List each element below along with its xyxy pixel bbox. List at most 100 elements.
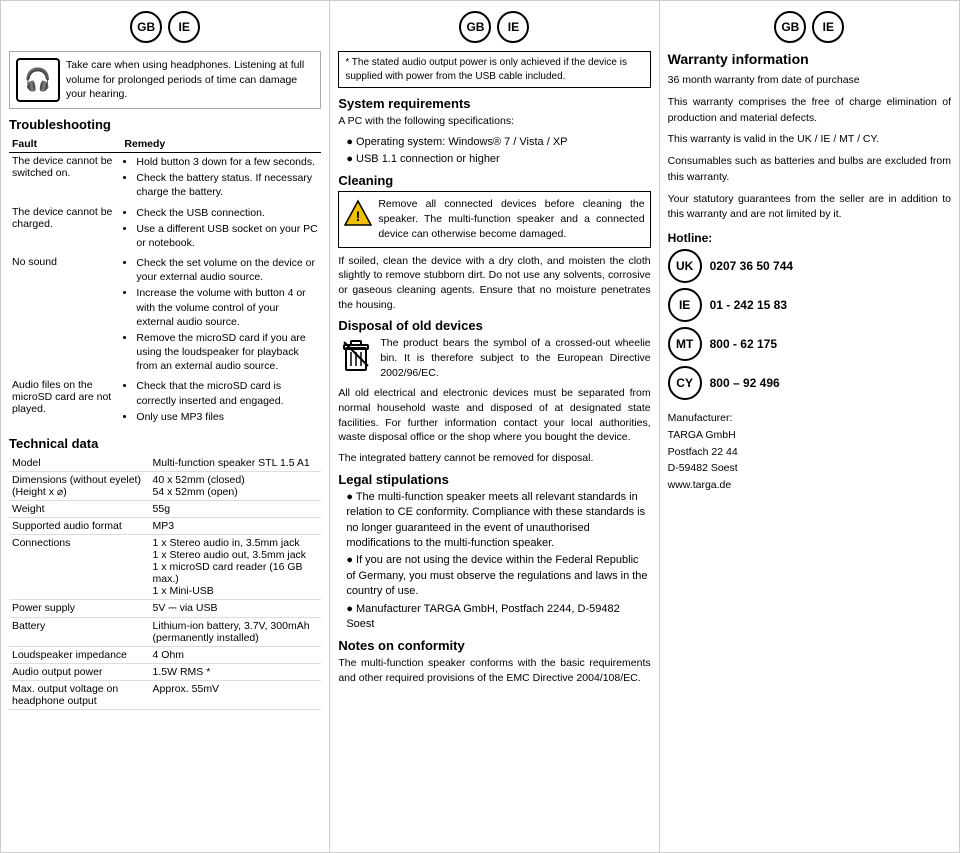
tech-label-2: Weight — [9, 500, 150, 517]
hotline-number-cy: 800 – 92 496 — [710, 376, 780, 390]
table-row: Power supply 5V ⎓ via USB — [9, 599, 321, 617]
legal-title: Legal stipulations — [338, 472, 650, 487]
table-row: Audio files on the microSD card are not … — [9, 377, 321, 428]
headphone-warning: 🎧 Take care when using headphones. Liste… — [9, 51, 321, 109]
remedy-header: Remedy — [121, 136, 321, 153]
hotline-number-mt: 800 - 62 175 — [710, 337, 777, 351]
tech-label-9: Max. output voltage on headphone output — [9, 680, 150, 709]
cleaning-warn-text: Remove all connected devices before clea… — [378, 197, 644, 241]
tech-value-4: 1 x Stereo audio in, 3.5mm jack 1 x Ster… — [150, 534, 322, 599]
list-item: Check the set volume on the device or yo… — [136, 256, 318, 284]
list-item: If you are not using the device within t… — [346, 553, 650, 599]
tech-label-1: Dimensions (without eyelet) (Height x ⌀) — [9, 471, 150, 500]
tech-label-0: Model — [9, 455, 150, 472]
disposal-body1: The product bears the symbol of a crosse… — [380, 336, 650, 380]
list-item: Operating system: Windows® 7 / Vista / X… — [346, 135, 650, 150]
fault-table: Fault Remedy The device cannot be switch… — [9, 136, 321, 428]
hotline-number-ie: 01 - 242 15 83 — [710, 298, 787, 312]
fault-3: Audio files on the microSD card are not … — [9, 377, 121, 428]
hotline-badge-cy: CY — [668, 366, 702, 400]
table-row: No sound Check the set volume on the dev… — [9, 254, 321, 377]
mid-header-badges: GB IE — [338, 11, 650, 43]
list-item: Check the battery status. If necessary c… — [136, 171, 318, 199]
hotline-badge-mt: MT — [668, 327, 702, 361]
table-row: Model Multi-function speaker STL 1.5 A1 — [9, 455, 321, 472]
tech-value-8: 1.5W RMS * — [150, 663, 322, 680]
tech-value-0: Multi-function speaker STL 1.5 A1 — [150, 455, 322, 472]
badge-ie-right: IE — [812, 11, 844, 43]
page: GB IE 🎧 Take care when using headphones.… — [0, 0, 960, 853]
remedy-1: Check the USB connection. Use a differen… — [121, 204, 321, 255]
manufacturer-address2: D-59482 Soest — [668, 460, 951, 477]
hotline-badge-ie: IE — [668, 288, 702, 322]
table-row: Loudspeaker impedance 4 Ohm — [9, 646, 321, 663]
list-item: Increase the volume with button 4 or wit… — [136, 286, 318, 329]
system-req-list: Operating system: Windows® 7 / Vista / X… — [338, 135, 650, 168]
cleaning-body: If soiled, clean the device with a dry c… — [338, 254, 650, 313]
right-header-badges: GB IE — [668, 11, 951, 43]
tech-value-7: 4 Ohm — [150, 646, 322, 663]
list-item: Check that the microSD card is correctly… — [136, 379, 318, 407]
fault-header: Fault — [9, 136, 121, 153]
hotline-row-uk: UK 0207 36 50 744 — [668, 249, 951, 283]
table-row: Dimensions (without eyelet) (Height x ⌀)… — [9, 471, 321, 500]
tech-label-3: Supported audio format — [9, 517, 150, 534]
warning-triangle-icon: ! — [344, 199, 372, 230]
left-column: GB IE 🎧 Take care when using headphones.… — [1, 1, 330, 852]
list-item: Manufacturer TARGA GmbH, Postfach 2244, … — [346, 602, 650, 633]
list-item: Check the USB connection. — [136, 206, 318, 220]
list-item: USB 1.1 connection or higher — [346, 152, 650, 167]
crossed-bin-icon — [338, 336, 374, 375]
badge-gb-right: GB — [774, 11, 806, 43]
hotline-row-mt: MT 800 - 62 175 — [668, 327, 951, 361]
svg-text:!: ! — [356, 208, 361, 224]
table-row: Supported audio format MP3 — [9, 517, 321, 534]
tech-value-1: 40 x 52mm (closed) 54 x 52mm (open) — [150, 471, 322, 500]
list-item: The multi-function speaker meets all rel… — [346, 490, 650, 552]
system-req-title: System requirements — [338, 96, 650, 111]
table-row: The device cannot be charged. Check the … — [9, 204, 321, 255]
warranty-title: Warranty information — [668, 51, 951, 67]
table-row: The device cannot be switched on. Hold b… — [9, 153, 321, 204]
table-row: Battery Lithium-ion battery, 3.7V, 300mA… — [9, 617, 321, 646]
right-column: GB IE Warranty information 36 month warr… — [660, 1, 959, 852]
disposal-title: Disposal of old devices — [338, 318, 650, 333]
table-row: Weight 55g — [9, 500, 321, 517]
hotline-row-cy: CY 800 – 92 496 — [668, 366, 951, 400]
conformity-title: Notes on conformity — [338, 638, 650, 653]
headphone-text: Take care when using headphones. Listeni… — [66, 58, 314, 102]
hotline-label: Hotline: — [668, 231, 951, 245]
conformity-body: The multi-function speaker conforms with… — [338, 656, 650, 685]
disposal-body3: The integrated battery cannot be removed… — [338, 451, 650, 466]
disposal-section: The product bears the symbol of a crosse… — [338, 336, 650, 380]
fault-1: The device cannot be charged. — [9, 204, 121, 255]
warranty-para2: This warranty comprises the free of char… — [668, 95, 951, 127]
manufacturer-label: Manufacturer: — [668, 410, 951, 427]
hotline-badge-uk: UK — [668, 249, 702, 283]
disposal-body2: All old electrical and electronic device… — [338, 386, 650, 445]
remedy-3: Check that the microSD card is correctly… — [121, 377, 321, 428]
warranty-para4: Consumables such as batteries and bulbs … — [668, 154, 951, 186]
hotline-number-uk: 0207 36 50 744 — [710, 259, 793, 273]
table-row: Audio output power 1.5W RMS * — [9, 663, 321, 680]
mid-column: GB IE * The stated audio output power is… — [330, 1, 659, 852]
tech-value-5: 5V ⎓ via USB — [150, 599, 322, 617]
left-header-badges: GB IE — [9, 11, 321, 43]
tech-data-title: Technical data — [9, 436, 321, 451]
tech-label-6: Battery — [9, 617, 150, 646]
troubleshooting-title: Troubleshooting — [9, 117, 321, 132]
tech-value-9: Approx. 55mV — [150, 680, 322, 709]
warranty-para5: Your statutory guarantees from the selle… — [668, 192, 951, 224]
manufacturer-website: www.targa.de — [668, 477, 951, 494]
badge-ie-left: IE — [168, 11, 200, 43]
remedy-0: Hold button 3 down for a few seconds. Ch… — [121, 153, 321, 204]
fault-0: The device cannot be switched on. — [9, 153, 121, 204]
tech-label-5: Power supply — [9, 599, 150, 617]
headphone-icon: 🎧 — [16, 58, 60, 102]
cleaning-warning-box: ! Remove all connected devices before cl… — [338, 191, 650, 247]
manufacturer-section: Manufacturer: TARGA GmbH Postfach 22 44 … — [668, 410, 951, 494]
tech-value-6: Lithium-ion battery, 3.7V, 300mAh (perma… — [150, 617, 322, 646]
list-item: Only use MP3 files — [136, 410, 318, 424]
tech-table: Model Multi-function speaker STL 1.5 A1 … — [9, 455, 321, 710]
remedy-2: Check the set volume on the device or yo… — [121, 254, 321, 377]
